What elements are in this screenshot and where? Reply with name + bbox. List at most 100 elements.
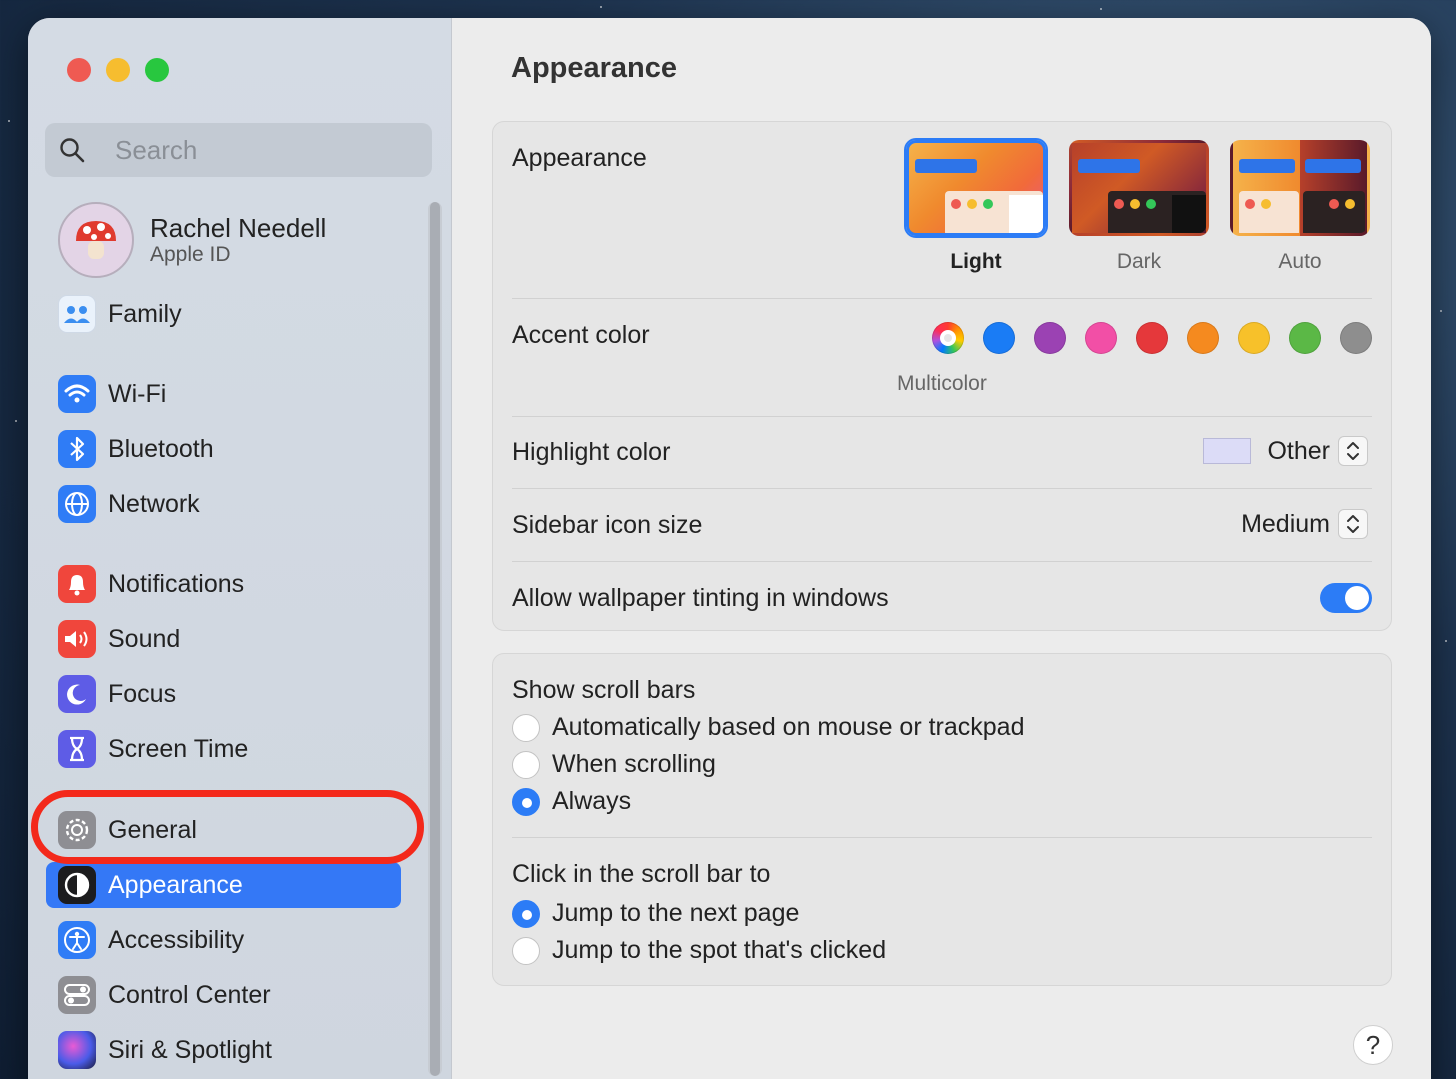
sidebar-item-label: Accessibility	[108, 925, 245, 954]
sidebar-item-sound[interactable]: Sound	[46, 616, 401, 662]
theme-auto[interactable]: Auto	[1230, 140, 1370, 274]
search-input[interactable]	[115, 123, 415, 177]
radio-button[interactable]	[512, 787, 540, 816]
moon-icon	[58, 675, 96, 713]
family-icon	[58, 295, 96, 333]
accent-swatch[interactable]	[1136, 322, 1168, 354]
sidebar-item-label: Sound	[108, 624, 181, 653]
radio-label: Jump to the next page	[552, 899, 800, 927]
radio-button[interactable]	[512, 936, 540, 965]
appearance-card: Appearance Light Dark Auto Accent color …	[492, 121, 1392, 631]
apple-id-profile[interactable]: Rachel Needell Apple ID	[58, 202, 326, 278]
sidebar-icon-size-popup[interactable]: Medium	[1241, 509, 1368, 539]
radio-scroll-auto[interactable]: Automatically based on mouse or trackpad	[512, 713, 1024, 742]
wallpaper-tinting-label: Allow wallpaper tinting in windows	[512, 584, 889, 612]
avatar	[58, 202, 134, 278]
sidebar-item-accessibility[interactable]: Accessibility	[46, 917, 401, 963]
sidebar-item-bluetooth[interactable]: Bluetooth	[46, 426, 401, 472]
main-pane: Appearance Appearance Light Dark Auto Ac…	[452, 18, 1431, 1079]
toggles-icon	[58, 976, 96, 1014]
divider	[512, 488, 1372, 489]
click-scroll-label: Click in the scroll bar to	[512, 860, 771, 888]
accent-swatch[interactable]	[1238, 322, 1270, 354]
bell-icon	[58, 565, 96, 603]
page-title: Appearance	[511, 52, 678, 84]
accent-swatch[interactable]	[983, 322, 1015, 354]
accent-selected-label: Multicolor	[897, 372, 987, 395]
radio-button[interactable]	[512, 899, 540, 928]
accent-swatch[interactable]	[932, 322, 964, 354]
profile-name: Rachel Needell	[150, 213, 327, 243]
zoom-button[interactable]	[145, 58, 169, 82]
globe-icon	[58, 485, 96, 523]
bluetooth-icon	[58, 430, 96, 468]
speaker-icon	[58, 620, 96, 658]
star	[8, 120, 10, 122]
highlight-color-label: Highlight color	[512, 438, 671, 466]
profile-subtitle: Apple ID	[150, 243, 231, 266]
sidebar-item-label: Appearance	[108, 870, 243, 899]
radio-label: Always	[552, 787, 632, 815]
search-icon	[60, 138, 85, 163]
wifi-icon	[58, 375, 96, 413]
appearance-icon	[58, 866, 96, 904]
radio-jump-spot[interactable]: Jump to the spot that's clicked	[512, 936, 886, 965]
sidebar-item-label: Wi-Fi	[108, 379, 167, 408]
close-button[interactable]	[67, 58, 91, 82]
sidebar-item-label: Siri & Spotlight	[108, 1035, 272, 1064]
minimize-button[interactable]	[106, 58, 130, 82]
highlight-color-swatch	[1203, 438, 1252, 464]
sidebar-item-network[interactable]: Network	[46, 481, 401, 527]
sidebar-item-notifications[interactable]: Notifications	[46, 561, 401, 607]
radio-scroll-always[interactable]: Always	[512, 787, 631, 816]
theme-light[interactable]: Light	[904, 138, 1048, 274]
divider	[512, 561, 1372, 562]
sidebar-item-screen-time[interactable]: Screen Time	[46, 726, 401, 772]
theme-label-light: Light	[950, 250, 1002, 273]
sidebar-item-siri-spotlight[interactable]: Siri & Spotlight	[46, 1027, 401, 1073]
accent-swatch[interactable]	[1187, 322, 1219, 354]
sidebar-item-wifi[interactable]: Wi-Fi	[46, 371, 401, 417]
radio-label: Automatically based on mouse or trackpad	[552, 713, 1025, 741]
search-field[interactable]	[45, 123, 432, 177]
radio-scroll-when-scrolling[interactable]: When scrolling	[512, 750, 716, 779]
accent-swatch[interactable]	[1034, 322, 1066, 354]
star	[1440, 310, 1442, 312]
radio-jump-next-page[interactable]: Jump to the next page	[512, 899, 799, 928]
radio-label: Jump to the spot that's clicked	[552, 936, 887, 964]
divider	[512, 298, 1372, 299]
sidebar-item-focus[interactable]: Focus	[46, 671, 401, 717]
accent-swatch[interactable]	[1289, 322, 1321, 354]
sidebar-scrollbar-thumb[interactable]	[430, 202, 440, 1076]
wallpaper-tinting-toggle[interactable]	[1320, 583, 1372, 613]
divider	[512, 837, 1372, 838]
appearance-label: Appearance	[512, 144, 647, 172]
highlight-color-value: Other	[1267, 436, 1330, 465]
divider	[512, 416, 1372, 417]
sidebar-item-label: Control Center	[108, 980, 271, 1009]
scroll-bars-label: Show scroll bars	[512, 676, 696, 704]
highlight-color-popup[interactable]: Other	[1203, 436, 1368, 466]
sidebar-item-family[interactable]: Family	[46, 291, 401, 337]
radio-button[interactable]	[512, 713, 540, 742]
mushroom-icon	[76, 221, 116, 259]
theme-dark[interactable]: Dark	[1069, 140, 1209, 274]
sidebar-icon-size-label: Sidebar icon size	[512, 511, 703, 539]
theme-label-dark: Dark	[1116, 250, 1162, 273]
star	[1445, 640, 1447, 642]
accent-swatch[interactable]	[1340, 322, 1372, 354]
sidebar: Rachel Needell Apple ID Family Wi-Fi Blu…	[28, 18, 452, 1079]
sidebar-item-appearance[interactable]: Appearance	[46, 862, 401, 908]
sidebar-item-label: Family	[108, 299, 182, 328]
radio-button[interactable]	[512, 750, 540, 779]
settings-window: Rachel Needell Apple ID Family Wi-Fi Blu…	[28, 18, 1431, 1079]
chevron-updown-icon	[1338, 509, 1368, 539]
sidebar-item-label: Focus	[108, 679, 177, 708]
annotation-highlight-ring	[31, 790, 424, 864]
help-button[interactable]: ?	[1353, 1025, 1393, 1065]
window-controls	[67, 58, 169, 82]
sidebar-item-control-center[interactable]: Control Center	[46, 972, 401, 1018]
sidebar-item-label: Bluetooth	[108, 434, 214, 463]
star	[600, 6, 602, 8]
accent-swatch[interactable]	[1085, 322, 1117, 354]
